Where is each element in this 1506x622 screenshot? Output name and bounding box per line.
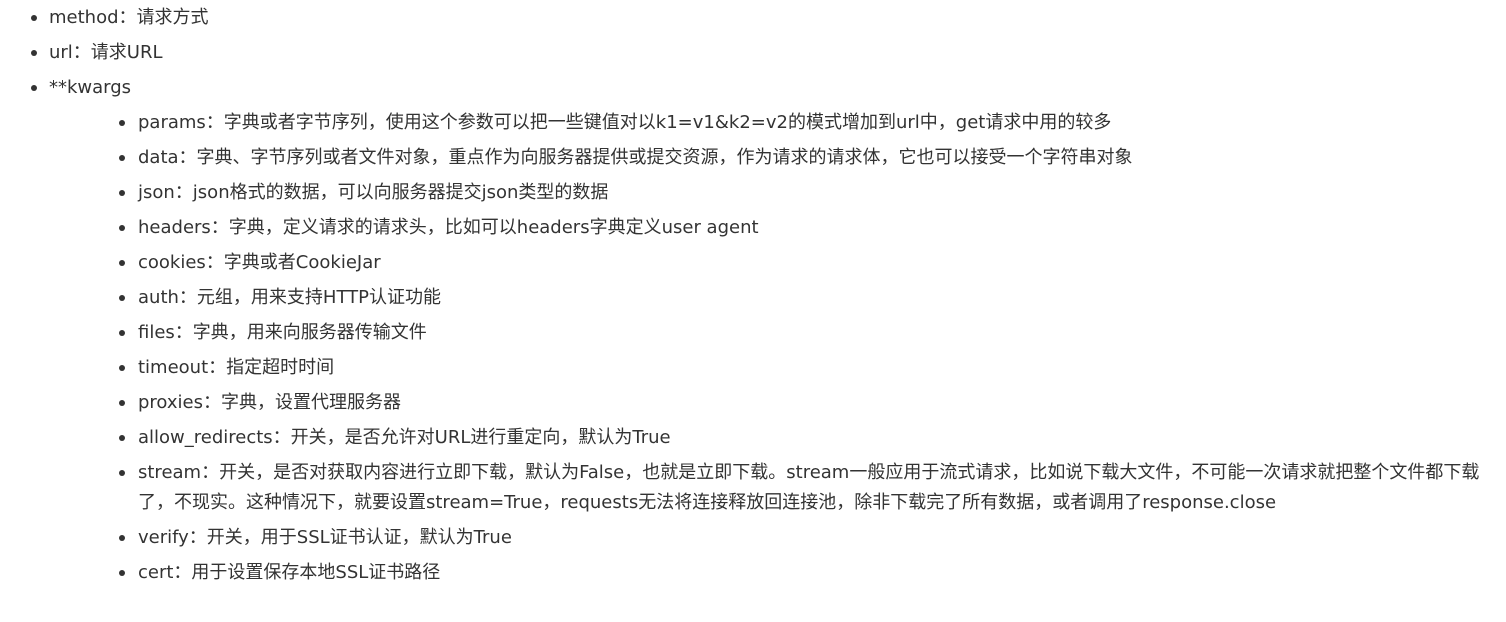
kwargs-item-text: timeout：指定超时时间 <box>138 357 335 378</box>
kwargs-item-text: allow_redirects：开关，是否允许对URL进行重定向，默认为True <box>138 427 671 448</box>
document-body: method：请求方式 url：请求URL **kwargs params：字典… <box>0 3 1506 593</box>
bullet-icon <box>119 260 125 266</box>
bullet-icon <box>119 470 125 476</box>
kwargs-list: params：字典或者字节序列，使用这个参数可以把一些键值对以k1=v1&k2=… <box>49 108 1506 588</box>
kwargs-item-text: stream：开关，是否对获取内容进行立即下载，默认为False，也就是立即下载… <box>138 462 1480 513</box>
kwargs-item-stream: stream：开关，是否对获取内容进行立即下载，默认为False，也就是立即下载… <box>49 458 1506 518</box>
bullet-icon <box>119 225 125 231</box>
kwargs-item-cert: cert：用于设置保存本地SSL证书路径 <box>49 558 1506 588</box>
kwargs-item-allow-redirects: allow_redirects：开关，是否允许对URL进行重定向，默认为True <box>49 423 1506 453</box>
kwargs-item-proxies: proxies：字典，设置代理服务器 <box>49 388 1506 418</box>
kwargs-item-verify: verify：开关，用于SSL证书认证，默认为True <box>49 523 1506 553</box>
kwargs-item-text: params：字典或者字节序列，使用这个参数可以把一些键值对以k1=v1&k2=… <box>138 112 1112 133</box>
bullet-icon <box>119 120 125 126</box>
kwargs-item-text: data：字典、字节序列或者文件对象，重点作为向服务器提供或提交资源，作为请求的… <box>138 147 1133 168</box>
list-item-text: method：请求方式 <box>49 7 209 28</box>
kwargs-item-text: json：json格式的数据，可以向服务器提交json类型的数据 <box>138 182 609 203</box>
kwargs-item-timeout: timeout：指定超时时间 <box>49 353 1506 383</box>
kwargs-item-text: headers：字典，定义请求的请求头，比如可以headers字典定义user … <box>138 217 759 238</box>
kwargs-item-text: proxies：字典，设置代理服务器 <box>138 392 401 413</box>
kwargs-item-cookies: cookies：字典或者CookieJar <box>49 248 1506 278</box>
list-item-text: **kwargs <box>49 77 132 98</box>
kwargs-item-text: cookies：字典或者CookieJar <box>138 252 381 273</box>
kwargs-item-text: files：字典，用来向服务器传输文件 <box>138 322 427 343</box>
kwargs-item-params: params：字典或者字节序列，使用这个参数可以把一些键值对以k1=v1&k2=… <box>49 108 1506 138</box>
kwargs-item-auth: auth：元组，用来支持HTTP认证功能 <box>49 283 1506 313</box>
kwargs-item-text: verify：开关，用于SSL证书认证，默认为True <box>138 527 512 548</box>
kwargs-item-text: cert：用于设置保存本地SSL证书路径 <box>138 562 441 583</box>
bullet-icon <box>119 400 125 406</box>
kwargs-item-json: json：json格式的数据，可以向服务器提交json类型的数据 <box>49 178 1506 208</box>
bullet-icon <box>119 535 125 541</box>
kwargs-item-text: auth：元组，用来支持HTTP认证功能 <box>138 287 441 308</box>
bullet-icon <box>119 330 125 336</box>
bullet-icon <box>119 435 125 441</box>
kwargs-item-data: data：字典、字节序列或者文件对象，重点作为向服务器提供或提交资源，作为请求的… <box>49 143 1506 173</box>
list-item-kwargs: **kwargs params：字典或者字节序列，使用这个参数可以把一些键值对以… <box>0 73 1506 588</box>
bullet-icon <box>119 295 125 301</box>
kwargs-item-files: files：字典，用来向服务器传输文件 <box>49 318 1506 348</box>
kwargs-item-headers: headers：字典，定义请求的请求头，比如可以headers字典定义user … <box>49 213 1506 243</box>
bullet-icon <box>119 570 125 576</box>
list-item-url: url：请求URL <box>0 38 1506 68</box>
list-item-text: url：请求URL <box>49 42 163 63</box>
bullet-icon <box>119 190 125 196</box>
bullet-icon <box>119 155 125 161</box>
list-item-method: method：请求方式 <box>0 3 1506 33</box>
bullet-icon <box>119 365 125 371</box>
bullet-icon <box>31 50 37 56</box>
parameter-list: method：请求方式 url：请求URL **kwargs params：字典… <box>0 3 1506 588</box>
bullet-icon <box>31 85 37 91</box>
bullet-icon <box>31 15 37 21</box>
